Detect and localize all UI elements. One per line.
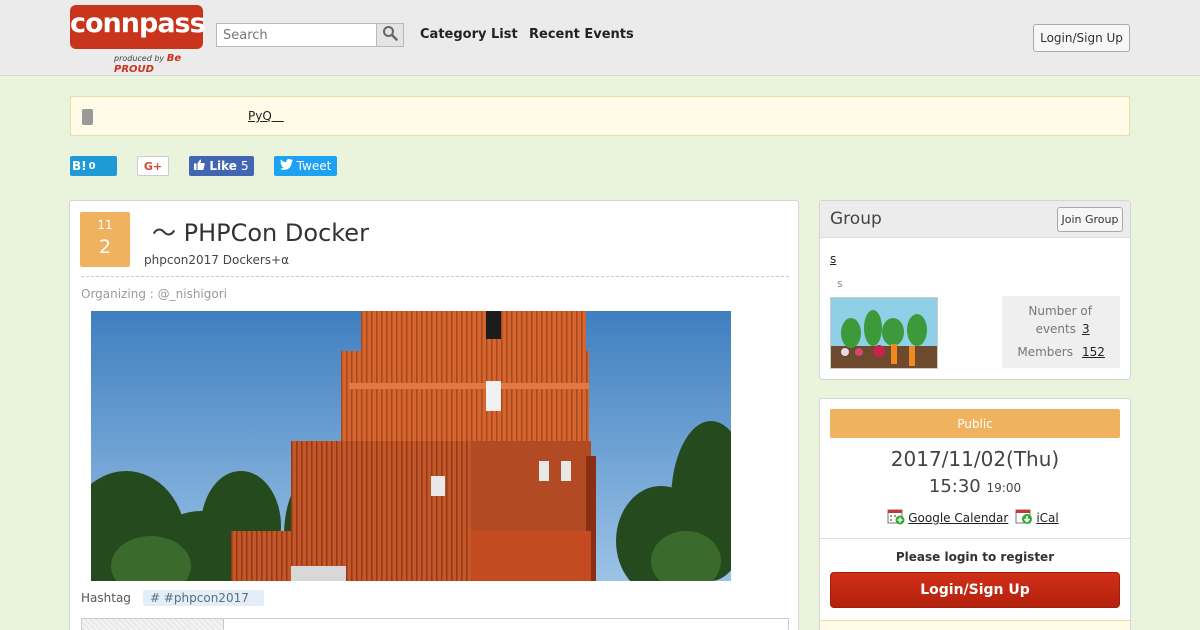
search-button[interactable] [376, 23, 404, 47]
members-label: Members [1017, 345, 1073, 359]
thumbs-up-icon [194, 159, 206, 173]
organizing-label: Organizing : [81, 287, 154, 301]
logo-produced-by: produced by Be PROUD [114, 53, 205, 75]
notice-link[interactable]: PyQ [248, 109, 284, 123]
event-title: ～ PHPCon Docker [152, 219, 369, 247]
please-login-text: Please login to register [895, 550, 1055, 564]
event-date-badge: 11 2 [80, 212, 130, 267]
search-box [216, 23, 404, 47]
detail-hatch-area [82, 619, 224, 630]
google-plus-button[interactable]: G+ [137, 156, 169, 176]
google-calendar-link[interactable]: Google Calendar [908, 511, 1008, 525]
group-description: s [837, 277, 843, 290]
nav-category-list[interactable]: Category List [420, 27, 518, 42]
panel-footer-strip [820, 620, 1130, 630]
facebook-like-button[interactable]: Like 5 [189, 156, 254, 176]
event-day: 2 [98, 236, 112, 258]
organizer-name: @_nishigori [157, 287, 227, 301]
tweet-label: Tweet [296, 159, 332, 173]
events-count[interactable]: 3 [1082, 322, 1090, 336]
join-group-button[interactable]: Join Group [1057, 207, 1123, 232]
members-count[interactable]: 152 [1082, 345, 1105, 359]
events-label-line-1: Number of [1028, 304, 1092, 318]
start-time: 15:30 [928, 476, 981, 497]
hashtag-link[interactable]: # #phpcon2017 [143, 590, 264, 606]
search-icon [382, 25, 398, 45]
nav-recent-events[interactable]: Recent Events [529, 27, 634, 42]
event-date: 2017/11/02(Thu) [890, 447, 1060, 471]
schedule-divider [820, 538, 1130, 539]
like-count: 5 [240, 159, 249, 173]
notice-icon [82, 109, 93, 125]
like-label: Like [209, 159, 237, 173]
calendar-download-icon [1015, 508, 1033, 528]
event-month: 11 [97, 218, 113, 232]
search-input[interactable] [216, 23, 377, 47]
group-panel: Group Join Group s s Number of events 3 … [819, 200, 1131, 380]
hatena-bookmark-button[interactable]: B! 0 [70, 156, 117, 176]
logo-sub-text: produced by [114, 54, 165, 63]
group-title: Group [830, 209, 882, 229]
calendar-links: Google Calendar iCal [820, 509, 1130, 527]
notice-bar: PyQ [70, 96, 1130, 136]
site-header: connpass produced by Be PROUD Category L… [0, 0, 1200, 76]
visibility-badge: Public [830, 409, 1120, 438]
event-detail-box [81, 618, 789, 630]
end-time: 19:00 [986, 481, 1022, 495]
header-login-button[interactable]: Login/Sign Up [1033, 24, 1130, 52]
event-subtitle: phpcon2017 Dockers+α [144, 253, 289, 267]
logo-text: connpass [70, 8, 206, 39]
group-header: Group Join Group [820, 201, 1130, 238]
twitter-bird-icon [279, 159, 293, 173]
group-name-link[interactable]: s [830, 252, 836, 266]
connpass-logo[interactable]: connpass produced by Be PROUD [70, 5, 206, 75]
register-login-button[interactable]: Login/Sign Up [830, 572, 1120, 608]
ical-link[interactable]: iCal [1036, 511, 1058, 525]
event-panel: 11 2 ～ PHPCon Docker phpcon2017 Dockers+… [69, 200, 799, 630]
hatena-label: B! [72, 159, 87, 173]
hatena-count: 0 [88, 160, 96, 172]
organizer-line: Organizing : @_nishigori [81, 287, 227, 301]
events-label-line-2: events [1035, 322, 1076, 336]
tweet-button[interactable]: Tweet [274, 156, 337, 176]
event-cover-image [91, 311, 731, 581]
group-stats: Number of events 3 Members 152 [1002, 296, 1120, 368]
schedule-panel: Public 2017/11/02(Thu) 15:30 19:00 Googl… [819, 398, 1131, 630]
calendar-add-icon [887, 508, 905, 528]
hashtag-label: Hashtag [81, 591, 131, 605]
title-divider [81, 276, 789, 277]
group-thumbnail[interactable] [830, 297, 938, 369]
event-time: 15:30 19:00 [820, 476, 1130, 497]
